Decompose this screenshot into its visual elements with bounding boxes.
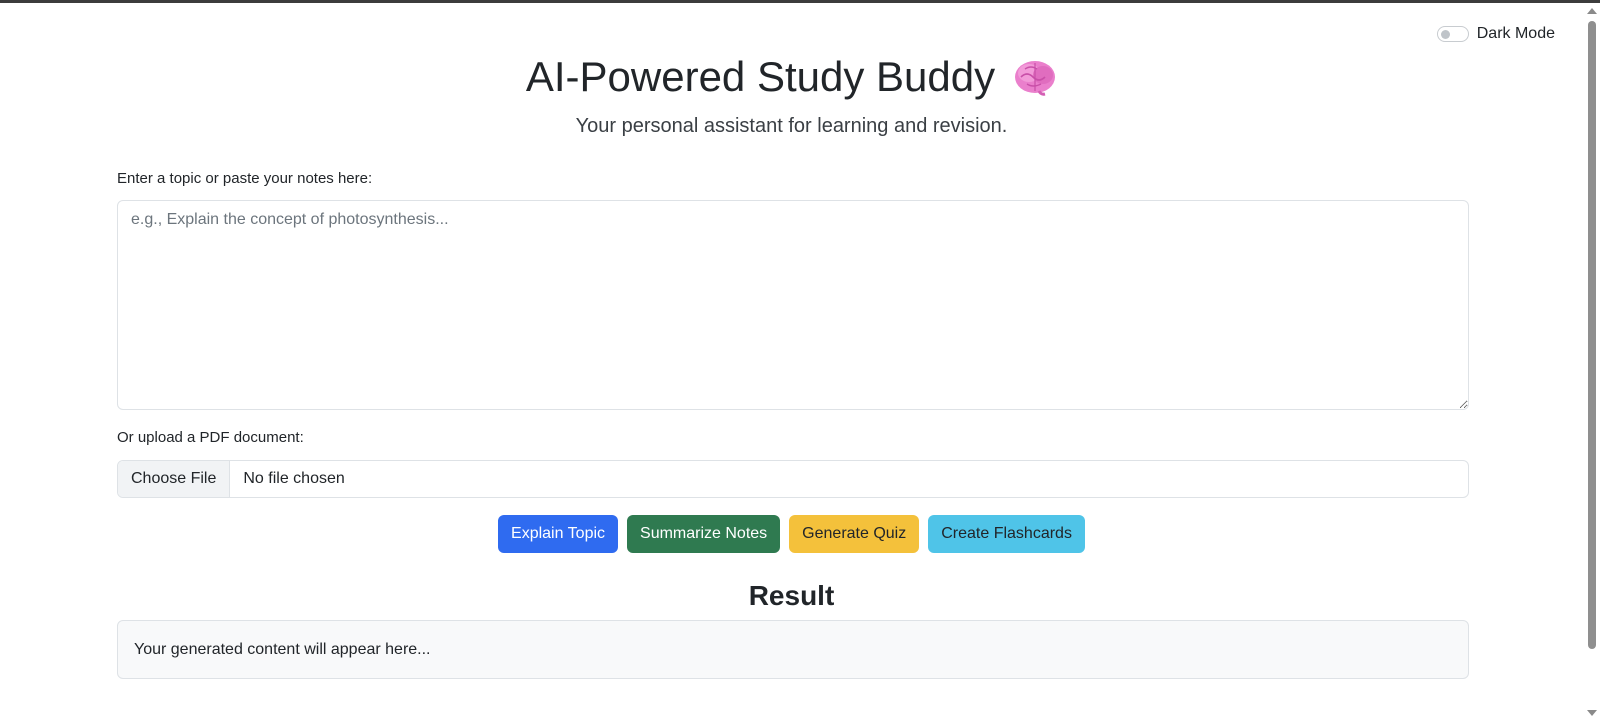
page: Dark Mode AI-Powered Study Buddy Your pe… <box>0 3 1583 722</box>
notes-label: Enter a topic or paste your notes here: <box>117 170 373 187</box>
result-output: Your generated content will appear here.… <box>117 620 1469 679</box>
dark-mode-toggle[interactable]: Dark Mode <box>1436 25 1555 43</box>
generate-quiz-button[interactable]: Generate Quiz <box>789 515 920 553</box>
dark-mode-switch[interactable] <box>1436 26 1469 42</box>
summarize-notes-button[interactable]: Summarize Notes <box>627 515 781 553</box>
scroll-down-arrow-icon[interactable] <box>1587 710 1597 716</box>
dark-mode-label[interactable]: Dark Mode <box>1477 25 1555 43</box>
switch-knob <box>1440 30 1450 39</box>
scroll-up-arrow-icon[interactable] <box>1587 8 1597 14</box>
result-heading: Result <box>748 580 835 611</box>
explain-topic-button[interactable]: Explain Topic <box>498 515 619 553</box>
scrollbar-thumb[interactable] <box>1588 21 1596 649</box>
header: AI-Powered Study Buddy <box>0 53 1583 101</box>
create-flashcards-button[interactable]: Create Flashcards <box>928 515 1085 553</box>
result-placeholder: Your generated content will appear here.… <box>134 640 431 658</box>
page-title-text: AI-Powered Study Buddy <box>525 53 996 100</box>
page-subtitle: Your personal assistant for learning and… <box>575 115 1008 137</box>
action-buttons: Explain Topic Summarize Notes Generate Q… <box>0 515 1583 553</box>
brain-icon <box>1015 61 1056 96</box>
file-status-text: No file chosen <box>243 470 345 487</box>
upload-label: Or upload a PDF document: <box>117 429 304 446</box>
notes-textarea[interactable] <box>117 200 1469 410</box>
vertical-scrollbar[interactable] <box>1583 3 1600 722</box>
choose-file-button[interactable]: Choose File <box>118 461 231 497</box>
pdf-file-input[interactable]: Choose File No file chosen <box>117 460 1469 498</box>
page-title: AI-Powered Study Buddy <box>526 53 1057 101</box>
